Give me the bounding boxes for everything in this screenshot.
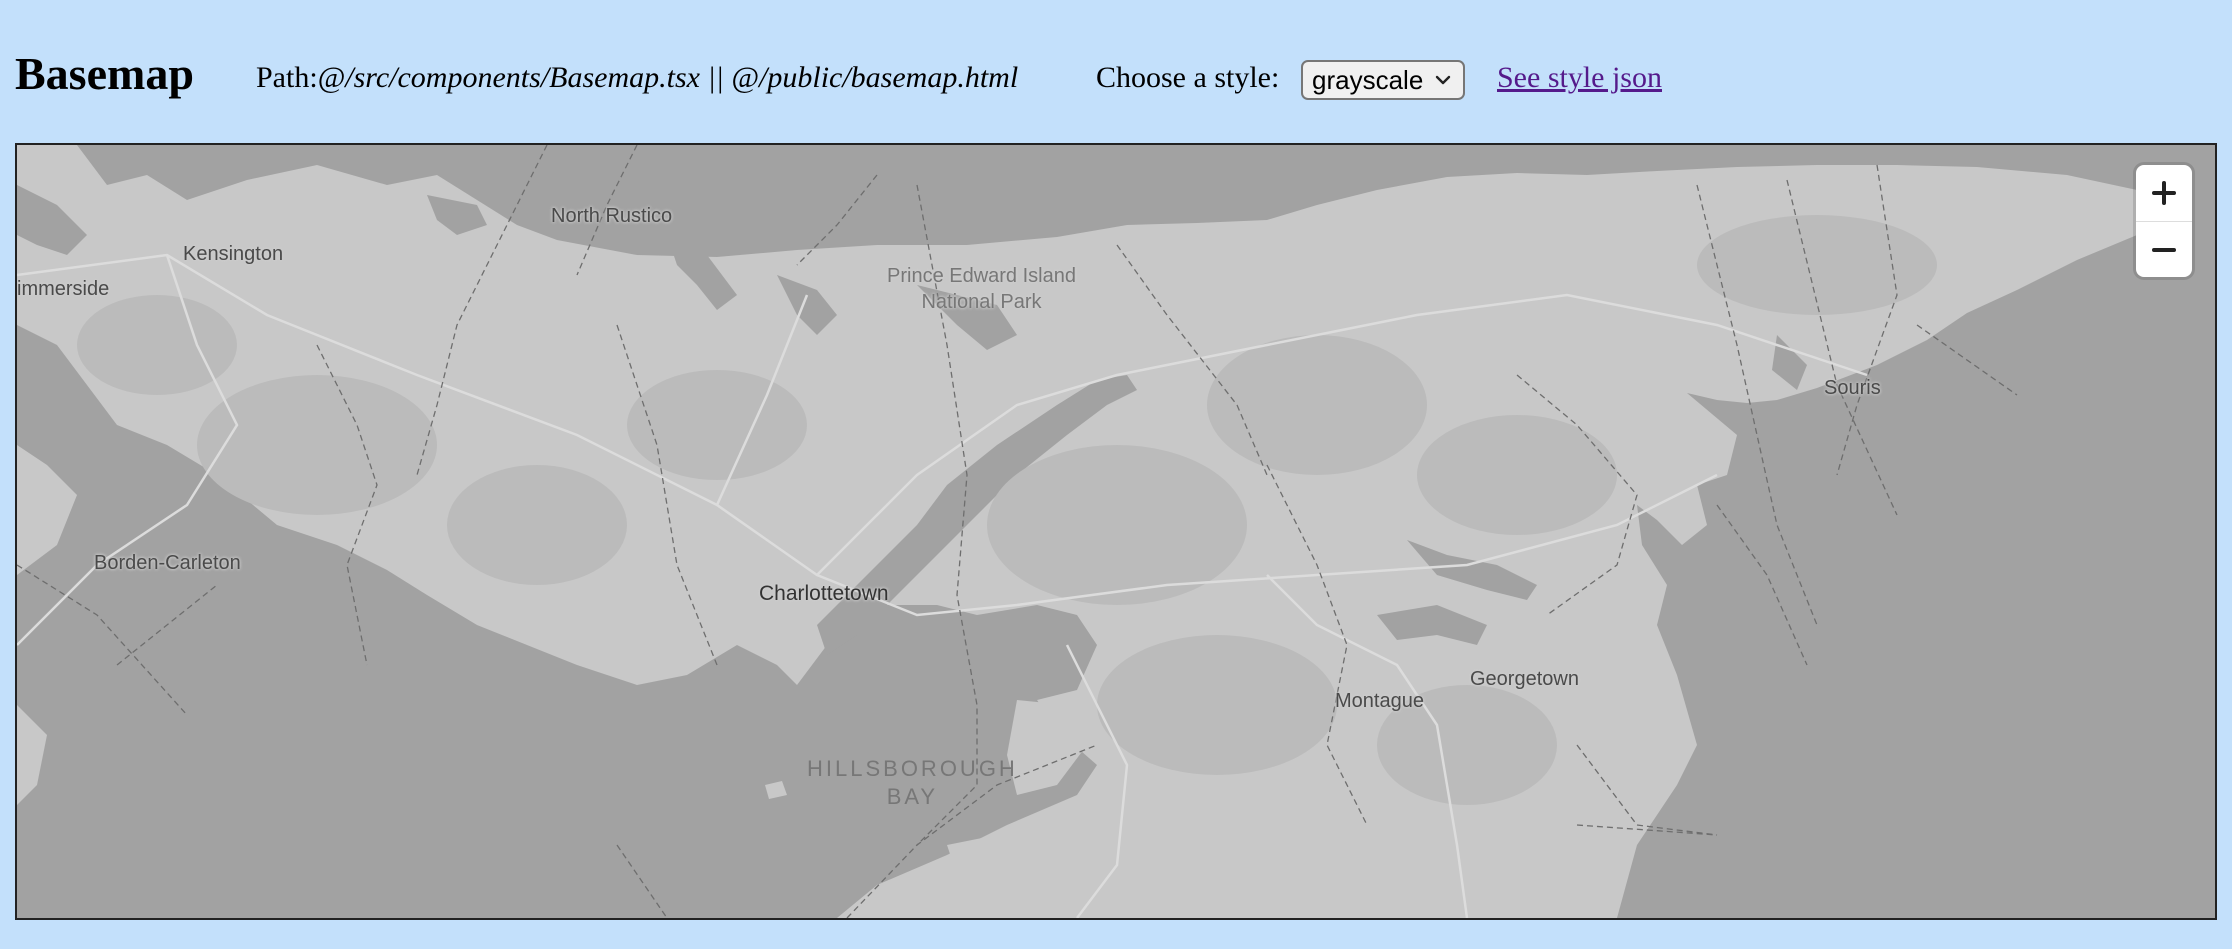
page-header: Basemap Path:@/src/components/Basemap.ts… bbox=[0, 0, 2232, 145]
zoom-control bbox=[2136, 165, 2192, 277]
map-view[interactable]: North Rustico Kensington immerside Princ… bbox=[15, 143, 2217, 920]
minus-icon bbox=[2152, 248, 2176, 252]
zoom-in-button[interactable] bbox=[2136, 165, 2192, 221]
component-path: Path:@/src/components/Basemap.tsx || @/p… bbox=[256, 58, 1018, 98]
map-label-national-park: Prince Edward Island National Park bbox=[887, 263, 1076, 315]
zoom-out-button[interactable] bbox=[2136, 221, 2192, 278]
map-label-north-rustico: North Rustico bbox=[551, 205, 673, 227]
style-select-value: grayscale bbox=[1312, 65, 1424, 95]
map-label-hillsborough-bay: HILLSBOROUGH BAY bbox=[807, 755, 1018, 811]
style-select[interactable]: grayscale bbox=[1301, 60, 1465, 100]
style-select-label: Choose a style: bbox=[1096, 61, 1280, 94]
sw-islet bbox=[17, 705, 47, 805]
path-value: @/src/components/Basemap.tsx || @/public… bbox=[317, 61, 1019, 94]
map-label-souris: Souris bbox=[1824, 377, 1881, 399]
map-label-hillsborough-line2: BAY bbox=[886, 784, 939, 809]
plus-icon bbox=[2152, 181, 2176, 205]
map-label-hillsborough-line1: HILLSBOROUGH bbox=[807, 756, 1018, 781]
map-label-charlottetown: Charlottetown bbox=[759, 582, 889, 605]
map-canvas[interactable] bbox=[17, 145, 2215, 918]
map-label-montague: Montague bbox=[1335, 690, 1424, 712]
chevron-down-icon bbox=[1435, 75, 1451, 85]
path-prefix: Path: bbox=[256, 61, 318, 94]
map-label-national-park-line2: National Park bbox=[921, 291, 1042, 313]
map-label-summerside: immerside bbox=[17, 278, 110, 300]
western-land bbox=[17, 445, 77, 575]
map-label-kensington: Kensington bbox=[183, 243, 284, 265]
bay-islet bbox=[765, 781, 787, 799]
page-title: Basemap bbox=[15, 48, 194, 99]
style-json-link[interactable]: See style json bbox=[1497, 58, 1662, 98]
map-label-borden-carleton: Borden-Carleton bbox=[94, 552, 241, 574]
map-label-georgetown: Georgetown bbox=[1470, 668, 1579, 690]
map-label-national-park-line1: Prince Edward Island bbox=[887, 265, 1076, 287]
